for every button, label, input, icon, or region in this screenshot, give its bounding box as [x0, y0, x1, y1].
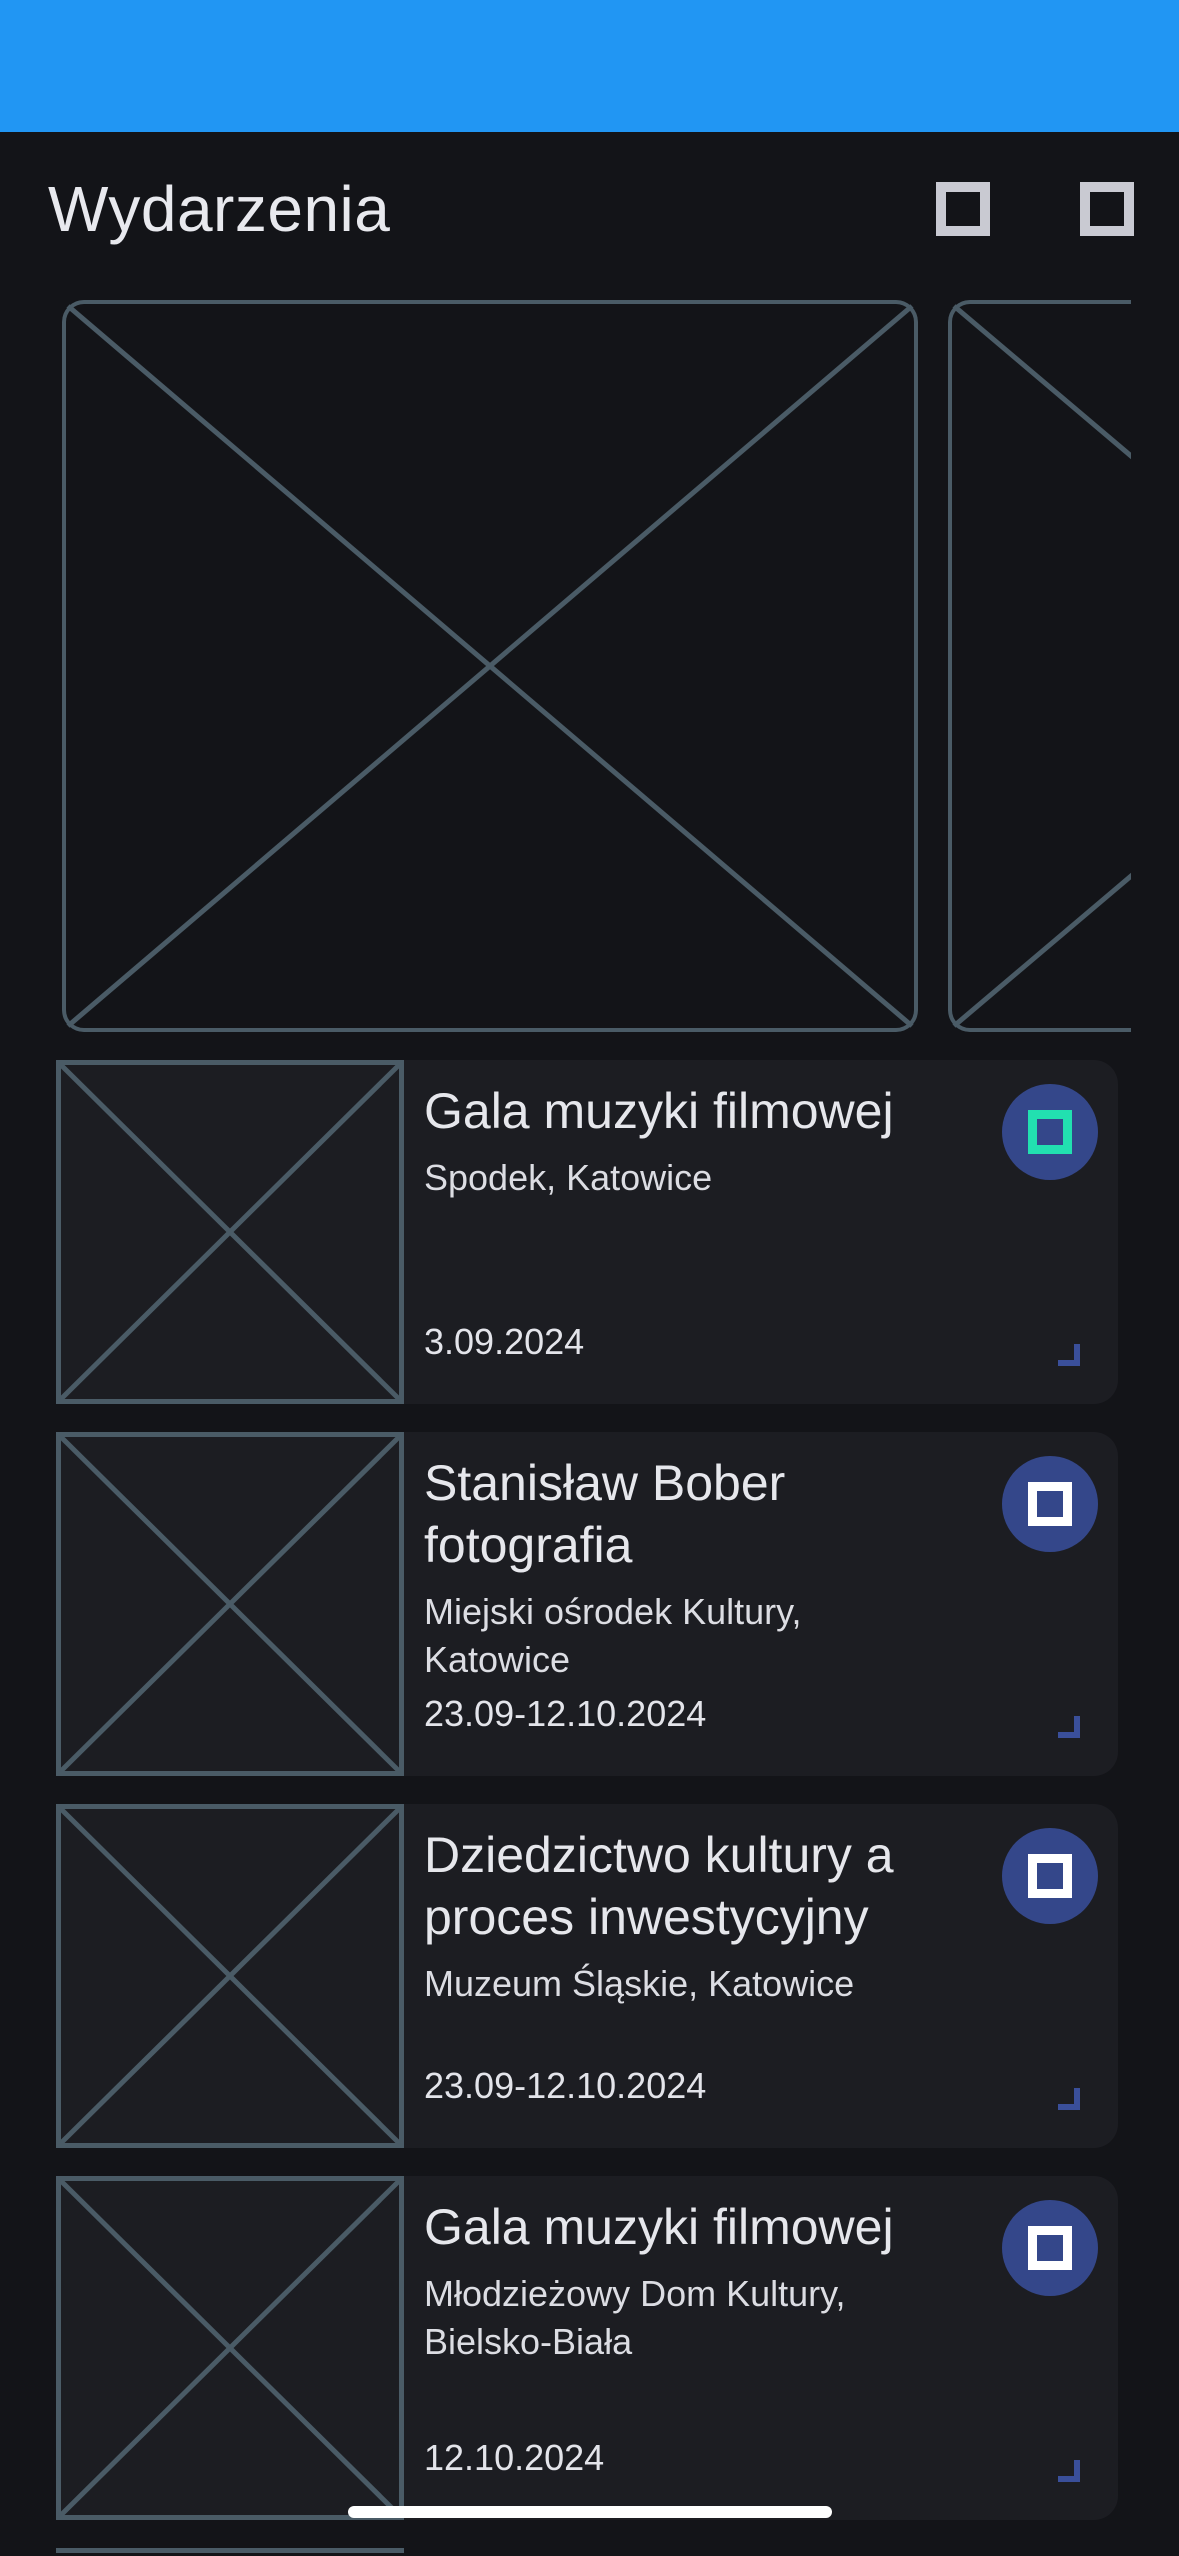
favorite-button[interactable]: [1002, 1084, 1098, 1180]
event-venue: Spodek, Katowice: [424, 1157, 713, 1198]
placeholder-image-icon: [56, 1432, 404, 1776]
featured-carousel[interactable]: [0, 298, 1131, 1034]
event-thumbnail: [56, 1432, 404, 1776]
favorite-button[interactable]: [1002, 2200, 1098, 2296]
event-thumbnail: [56, 1060, 404, 1404]
favorite-square-icon: [1028, 1482, 1072, 1526]
expand-corner-icon[interactable]: [1058, 1344, 1080, 1366]
event-date: 23.09-12.10.2024: [424, 2065, 707, 2106]
event-venue: Muzeum Śląskie, Katowice: [424, 1963, 855, 2004]
favorite-button[interactable]: [1002, 1828, 1098, 1924]
event-title: Gala muzyki filmowej: [424, 2199, 894, 2255]
event-card[interactable]: Stanisław Bober fotografia Miejski ośrod…: [56, 1432, 1118, 1776]
event-thumbnail: [56, 1804, 404, 2148]
event-venue: Miejski ośrodek Kultury, Katowice: [424, 1591, 802, 1680]
event-date: 23.09-12.10.2024: [424, 1693, 707, 1734]
event-card[interactable]: Dziedzictwo kultury a proces inwestycyjn…: [56, 1804, 1118, 2148]
event-venue: Młodzieżowy Dom Kultury, Bielsko-Biała: [424, 2273, 846, 2362]
header-action-2-square-icon[interactable]: [1080, 182, 1134, 236]
placeholder-image-icon: [56, 2176, 404, 2520]
event-title: Gala muzyki filmowej: [424, 1083, 894, 1139]
expand-corner-icon[interactable]: [1058, 1716, 1080, 1738]
event-title: Stanisław Bober fotografia: [424, 1455, 786, 1573]
favorite-button[interactable]: [1002, 1456, 1098, 1552]
placeholder-image-icon: [56, 1060, 404, 1404]
carousel-item[interactable]: [62, 300, 918, 1032]
event-date: 12.10.2024: [424, 2437, 605, 2478]
expand-corner-icon[interactable]: [1058, 2460, 1080, 2482]
favorite-square-icon: [1028, 1110, 1072, 1154]
home-indicator[interactable]: [348, 2506, 832, 2518]
header-action-1-square-icon[interactable]: [936, 182, 990, 236]
event-date: 3.09.2024: [424, 1321, 585, 1362]
event-thumbnail: [56, 2176, 404, 2520]
status-bar: [0, 0, 1179, 132]
event-card[interactable]: Gala muzyki filmowej Spodek, Katowice 3.…: [56, 1060, 1118, 1404]
placeholder-image-icon: [948, 300, 1131, 1032]
favorite-square-icon: [1028, 1854, 1072, 1898]
carousel-item[interactable]: [948, 300, 1131, 1032]
page-title: Wydarzenia: [48, 173, 391, 245]
placeholder-image-icon: [62, 300, 918, 1032]
placeholder-image-icon: [56, 1804, 404, 2148]
favorite-square-icon: [1028, 2226, 1072, 2270]
app-header: Wydarzenia: [0, 132, 1179, 292]
expand-corner-icon[interactable]: [1058, 2088, 1080, 2110]
next-event-card-peek: [56, 2548, 404, 2556]
event-card[interactable]: Gala muzyki filmowej Młodzieżowy Dom Kul…: [56, 2176, 1118, 2520]
event-title: Dziedzictwo kultury a proces inwestycyjn…: [424, 1827, 894, 1945]
